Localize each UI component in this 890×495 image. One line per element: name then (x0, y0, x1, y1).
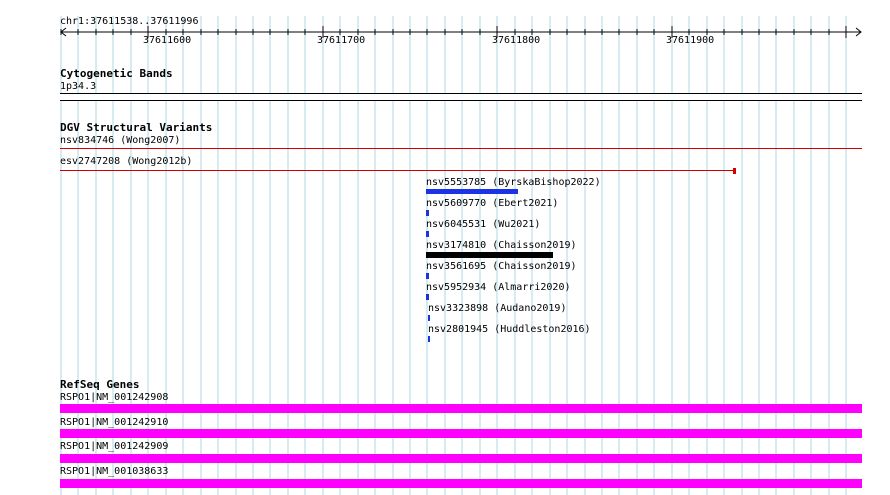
ruler-tick-label: 37611900 (666, 35, 715, 46)
variant-feature[interactable] (426, 273, 429, 279)
gene-label[interactable]: RSPO1|NM_001038633 (60, 466, 168, 477)
variant-feature[interactable] (426, 252, 553, 258)
variant-feature[interactable] (60, 148, 862, 149)
variant-label[interactable]: nsv2801945 (Huddleston2016) (428, 324, 591, 335)
variant-feature[interactable] (426, 294, 429, 300)
variant-label[interactable]: nsv3174810 (Chaisson2019) (426, 240, 577, 251)
variant-feature[interactable] (60, 170, 734, 171)
variant-label[interactable]: nsv5553785 (ByrskaBishop2022) (426, 177, 601, 188)
ruler-axis[interactable] (0, 22, 890, 44)
gene-label[interactable]: RSPO1|NM_001242910 (60, 417, 168, 428)
gene-feature[interactable] (60, 454, 862, 463)
variant-feature[interactable] (426, 189, 518, 194)
track-title-cytobands[interactable]: Cytogenetic Bands (60, 68, 173, 80)
cytoband-label[interactable]: 1p34.3 (60, 81, 96, 92)
variant-label[interactable]: nsv3561695 (Chaisson2019) (426, 261, 577, 272)
variant-feature[interactable] (428, 336, 430, 342)
variant-feature[interactable] (428, 315, 430, 321)
variant-feature[interactable] (426, 210, 429, 216)
genome-browser-view: chr1:37611538..37611996 37611600 3761170… (0, 0, 890, 495)
track-title-refseq[interactable]: RefSeq Genes (60, 379, 139, 391)
ruler-tick-label: 37611800 (492, 35, 541, 46)
cytoband-feature[interactable] (60, 93, 862, 101)
ruler-tick-label: 37611600 (143, 35, 192, 46)
variant-label[interactable]: nsv5952934 (Almarri2020) (426, 282, 571, 293)
variant-feature[interactable] (426, 231, 429, 237)
gene-label[interactable]: RSPO1|NM_001242909 (60, 441, 168, 452)
track-title-dgv[interactable]: DGV Structural Variants (60, 122, 212, 134)
gene-feature[interactable] (60, 429, 862, 438)
variant-label[interactable]: nsv5609770 (Ebert2021) (426, 198, 558, 209)
variant-label[interactable]: esv2747208 (Wong2012b) (60, 156, 192, 167)
gene-feature[interactable] (60, 479, 862, 488)
gene-feature[interactable] (60, 404, 862, 413)
variant-label[interactable]: nsv3323898 (Audano2019) (428, 303, 566, 314)
variant-label[interactable]: nsv834746 (Wong2007) (60, 135, 180, 146)
variant-feature-end[interactable] (733, 168, 736, 174)
variant-label[interactable]: nsv6045531 (Wu2021) (426, 219, 540, 230)
gene-label[interactable]: RSPO1|NM_001242908 (60, 392, 168, 403)
ruler-tick-label: 37611700 (317, 35, 366, 46)
